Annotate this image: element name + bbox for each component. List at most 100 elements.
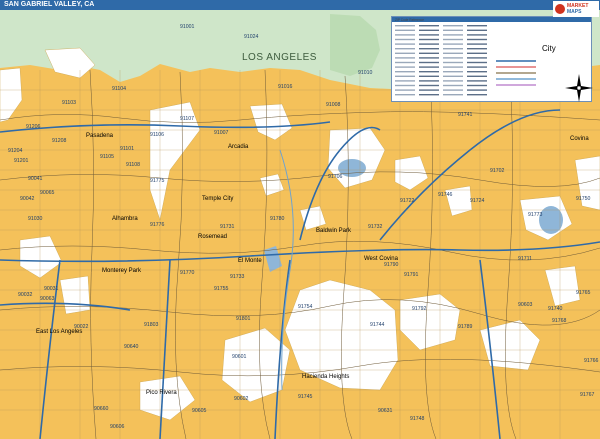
legend-entry-line	[467, 80, 487, 82]
zip-label: 91792	[412, 306, 427, 312]
city-label: Monterey Park	[102, 268, 142, 274]
zip-label: 91702	[490, 168, 505, 174]
legend-entry-line	[395, 38, 415, 41]
zip-label: 91775	[150, 178, 165, 184]
zip-label: 90031	[44, 286, 59, 292]
zip-label: 91740	[548, 306, 563, 312]
zip-label: 91754	[298, 304, 313, 310]
zip-label: 91016	[278, 84, 293, 90]
legend-entry-line	[443, 80, 463, 82]
legend-entry-line	[419, 84, 439, 87]
legend-entry-line	[419, 66, 439, 68]
legend-entry-line	[395, 84, 415, 87]
zip-label: 91010	[358, 70, 373, 76]
legend-entry-line	[467, 94, 487, 96]
legend-entry-line	[443, 89, 463, 91]
legend-entry-line	[443, 43, 463, 45]
legend-entry-line	[443, 38, 463, 41]
zip-label: 91724	[470, 198, 485, 204]
legend-city-label: City	[542, 44, 556, 53]
city-label: Alhambra	[112, 216, 138, 222]
zip-label: 90660	[94, 406, 109, 412]
zip-label: 91201	[14, 158, 29, 164]
zip-label: 91733	[230, 274, 245, 280]
legend-entry-line	[395, 80, 415, 82]
legend-heading: ZIP Code Reference	[395, 18, 424, 22]
city-label: Hacienda Heights	[302, 374, 349, 380]
zip-label: 91106	[150, 132, 164, 138]
legend-entry-line	[395, 89, 415, 91]
zip-label: 91101	[120, 146, 134, 152]
zip-label: 91765	[576, 290, 591, 296]
legend-entry-line	[419, 80, 439, 82]
zip-label: 90042	[20, 196, 35, 202]
zip-label: 91001	[180, 24, 195, 30]
zip-label: 91007	[214, 130, 229, 136]
legend-entry-line	[419, 29, 439, 31]
city-label: Arcadia	[228, 144, 249, 150]
legend-entry-line	[395, 66, 415, 68]
zip-label: 91767	[580, 392, 595, 398]
legend-entry-line	[467, 71, 487, 73]
zip-label: 91208	[52, 138, 67, 144]
zip-label: 90606	[110, 424, 125, 430]
legend-entry-line	[395, 57, 415, 59]
legend-entry-line	[419, 94, 439, 96]
legend-entry-line	[395, 34, 415, 36]
legend-entry-line	[443, 66, 463, 68]
brand-line-2: MAPS	[567, 9, 582, 15]
legend-entry-line	[467, 57, 487, 59]
legend-entry-line	[467, 61, 487, 64]
zip-label: 91746	[438, 192, 453, 198]
legend-entry-line	[419, 25, 439, 27]
zip-label: 91104	[112, 86, 126, 92]
legend-entry-line	[443, 94, 463, 96]
zip-label: 91741	[458, 112, 473, 118]
legend-graphics: ZIP Code Reference City	[395, 18, 556, 96]
zip-label: 90032	[18, 292, 33, 298]
map-frame: SAN GABRIEL VALLEY, CA 2020 ZIP Code Bus…	[0, 0, 600, 439]
legend-entry-line	[443, 71, 463, 73]
legend-entry-line	[395, 75, 415, 77]
zip-label: 91722	[400, 198, 415, 204]
zip-label: 90605	[192, 408, 207, 414]
legend-entry-line	[419, 61, 439, 64]
legend-entry-line	[467, 89, 487, 91]
zip-label: 91748	[410, 416, 425, 422]
region-label: LOS ANGELES	[242, 52, 317, 63]
zip-label: 90041	[28, 176, 43, 182]
zip-label: 91103	[62, 100, 76, 106]
legend-entry-line	[395, 29, 415, 31]
zip-label: 91776	[150, 222, 165, 228]
legend-entry-line	[419, 52, 439, 54]
legend-entry-line	[467, 52, 487, 54]
city-label: Pasadena	[86, 133, 114, 139]
zip-label: 91766	[584, 358, 599, 364]
legend-entry-line	[419, 48, 439, 50]
legend-entry-line	[395, 52, 415, 54]
legend-entry-line	[443, 52, 463, 54]
city-label: Pico Rivera	[146, 390, 177, 396]
zip-label: 90603	[518, 302, 533, 308]
zip-label: 90063	[40, 296, 55, 302]
legend-entry-line	[443, 25, 463, 27]
legend-entry-line	[443, 48, 463, 50]
legend-entry-line	[395, 61, 415, 64]
legend-entry-line	[395, 71, 415, 73]
legend-entry-line	[419, 34, 439, 36]
zip-label: 91744	[370, 322, 385, 328]
zip-label: 91780	[270, 216, 285, 222]
legend-entry-line	[395, 48, 415, 50]
city-label: Covina	[570, 136, 589, 142]
legend-entry-line	[443, 34, 463, 36]
legend-entry-line	[419, 75, 439, 77]
zip-label: 91768	[552, 318, 567, 324]
zip-label: 91732	[368, 224, 383, 230]
legend-entry-line	[467, 29, 487, 31]
zip-label: 91791	[404, 272, 419, 278]
legend-entry-line	[443, 57, 463, 59]
brand-logo-icon	[555, 4, 565, 14]
zip-label: 90631	[378, 408, 393, 414]
zip-label: 91024	[244, 34, 259, 40]
zip-label: 90601	[232, 354, 247, 360]
